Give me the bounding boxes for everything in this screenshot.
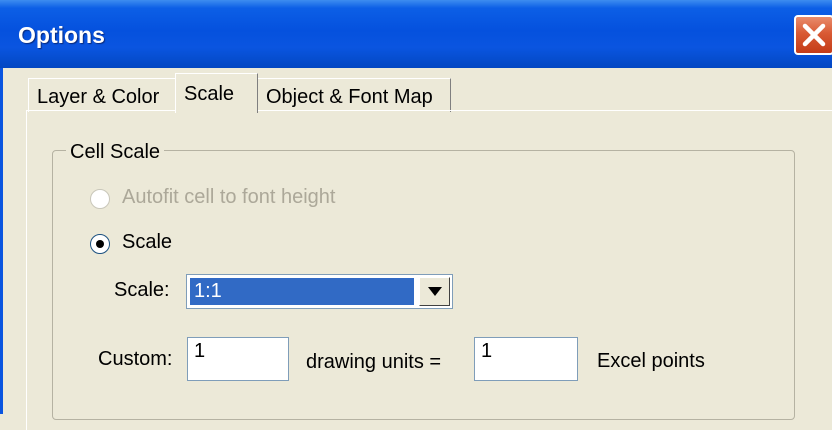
tab-label: Layer & Color <box>37 86 160 108</box>
tab-layer-color[interactable]: Layer & Color <box>28 78 176 112</box>
close-x-icon <box>802 23 826 47</box>
title-bar[interactable]: Options <box>0 0 832 68</box>
window-title: Options <box>18 22 105 48</box>
tab-panel-scale <box>26 110 832 430</box>
tab-label: Object & Font Map <box>266 86 433 108</box>
close-button[interactable] <box>794 15 832 55</box>
tab-object-font-map[interactable]: Object & Font Map <box>257 78 451 112</box>
tab-label: Scale <box>184 83 235 105</box>
tab-scale[interactable]: Scale <box>175 73 258 113</box>
